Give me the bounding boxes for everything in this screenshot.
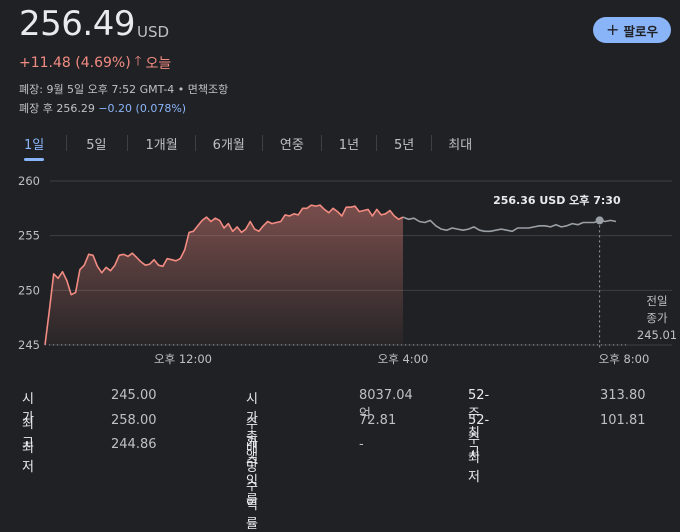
x-axis-labels: 오후 12:00 오후 4:00 오후 8:00: [154, 352, 649, 366]
y-tick-label: 245: [18, 338, 40, 352]
price-change: +11.48 (4.69%) 🡑 오늘: [19, 52, 171, 74]
tab-1m[interactable]: 1개월: [145, 134, 177, 153]
follow-button-label: 팔로우: [623, 23, 658, 39]
previous-close-label-line: 종가: [646, 311, 668, 325]
tab-5y[interactable]: 5년: [394, 134, 414, 153]
price-change-period: 오늘: [145, 56, 172, 72]
stat-label: 52-주 최저: [468, 413, 490, 485]
stat-value: 72.81: [359, 413, 397, 428]
after-hours-info: 폐장 후 256.29 −0.20 (0.078%): [19, 100, 186, 116]
tab-divider: [376, 135, 378, 151]
tab-divider: [194, 135, 196, 151]
tab-divider: [66, 135, 68, 151]
arrow-up-icon: 🡑: [134, 54, 142, 69]
stat-value: 244.86: [111, 437, 157, 452]
y-tick-label: 255: [18, 229, 40, 243]
plus-icon: +: [606, 19, 620, 39]
stock-price: 256.49: [19, 4, 135, 44]
after-hours-line: [402, 216, 617, 233]
tab-divider: [431, 135, 433, 151]
after-hours-price: 폐장 후 256.29: [19, 102, 99, 115]
tab-divider: [127, 135, 129, 151]
stat-value: -: [359, 437, 364, 452]
after-hours-change: −0.20 (0.078%): [98, 102, 187, 115]
x-tick-label: 오후 4:00: [378, 352, 429, 366]
y-tick-label: 250: [18, 283, 40, 297]
y-tick-label: 260: [18, 174, 40, 188]
tab-divider: [320, 135, 322, 151]
currency-label: USD: [137, 23, 170, 41]
close-info: 폐장: 9월 5일 오후 7:52 GMT-4 • 면책조항: [19, 83, 229, 96]
tab-divider: [261, 135, 263, 151]
stat-label: 배당수익률: [246, 441, 258, 532]
x-tick-label: 오후 12:00: [154, 352, 212, 366]
tab-6m[interactable]: 6개월: [213, 134, 245, 153]
tab-ytd[interactable]: 연중: [280, 134, 304, 153]
price-change-value: +11.48 (4.69%): [19, 55, 131, 71]
tab-max[interactable]: 최대: [448, 134, 472, 153]
previous-close-label: 전일종가 245.01: [637, 294, 677, 342]
range-tabs: 1일 5일 1개월 6개월 연중 1년 5년 최대: [18, 132, 472, 161]
stat-value: 245.00: [111, 388, 157, 403]
hover-tooltip: 256.36 USD 오후 7:30: [493, 193, 621, 207]
price-chart[interactable]: 260 255 250 245 256.36 USD 오후 7:30 전일종가 245.…: [0, 170, 680, 375]
y-axis-labels: 260 255 250 245: [18, 174, 40, 352]
stat-value: 258.00: [111, 413, 157, 428]
hover-marker: [595, 216, 604, 225]
tab-1d[interactable]: 1일: [24, 134, 45, 161]
stat-label: 최저: [22, 441, 34, 475]
stat-value: 101.81: [600, 413, 646, 428]
previous-close-label-line: 전일: [646, 294, 667, 308]
tab-5d[interactable]: 5일: [86, 134, 106, 153]
regular-session-area: [45, 205, 403, 345]
follow-button[interactable]: + 팔로우: [593, 17, 671, 43]
previous-close-label-line: 245.01: [637, 328, 677, 342]
x-tick-label: 오후 8:00: [599, 352, 650, 366]
stat-value: 313.80: [600, 388, 646, 403]
tab-1y[interactable]: 1년: [339, 134, 359, 153]
